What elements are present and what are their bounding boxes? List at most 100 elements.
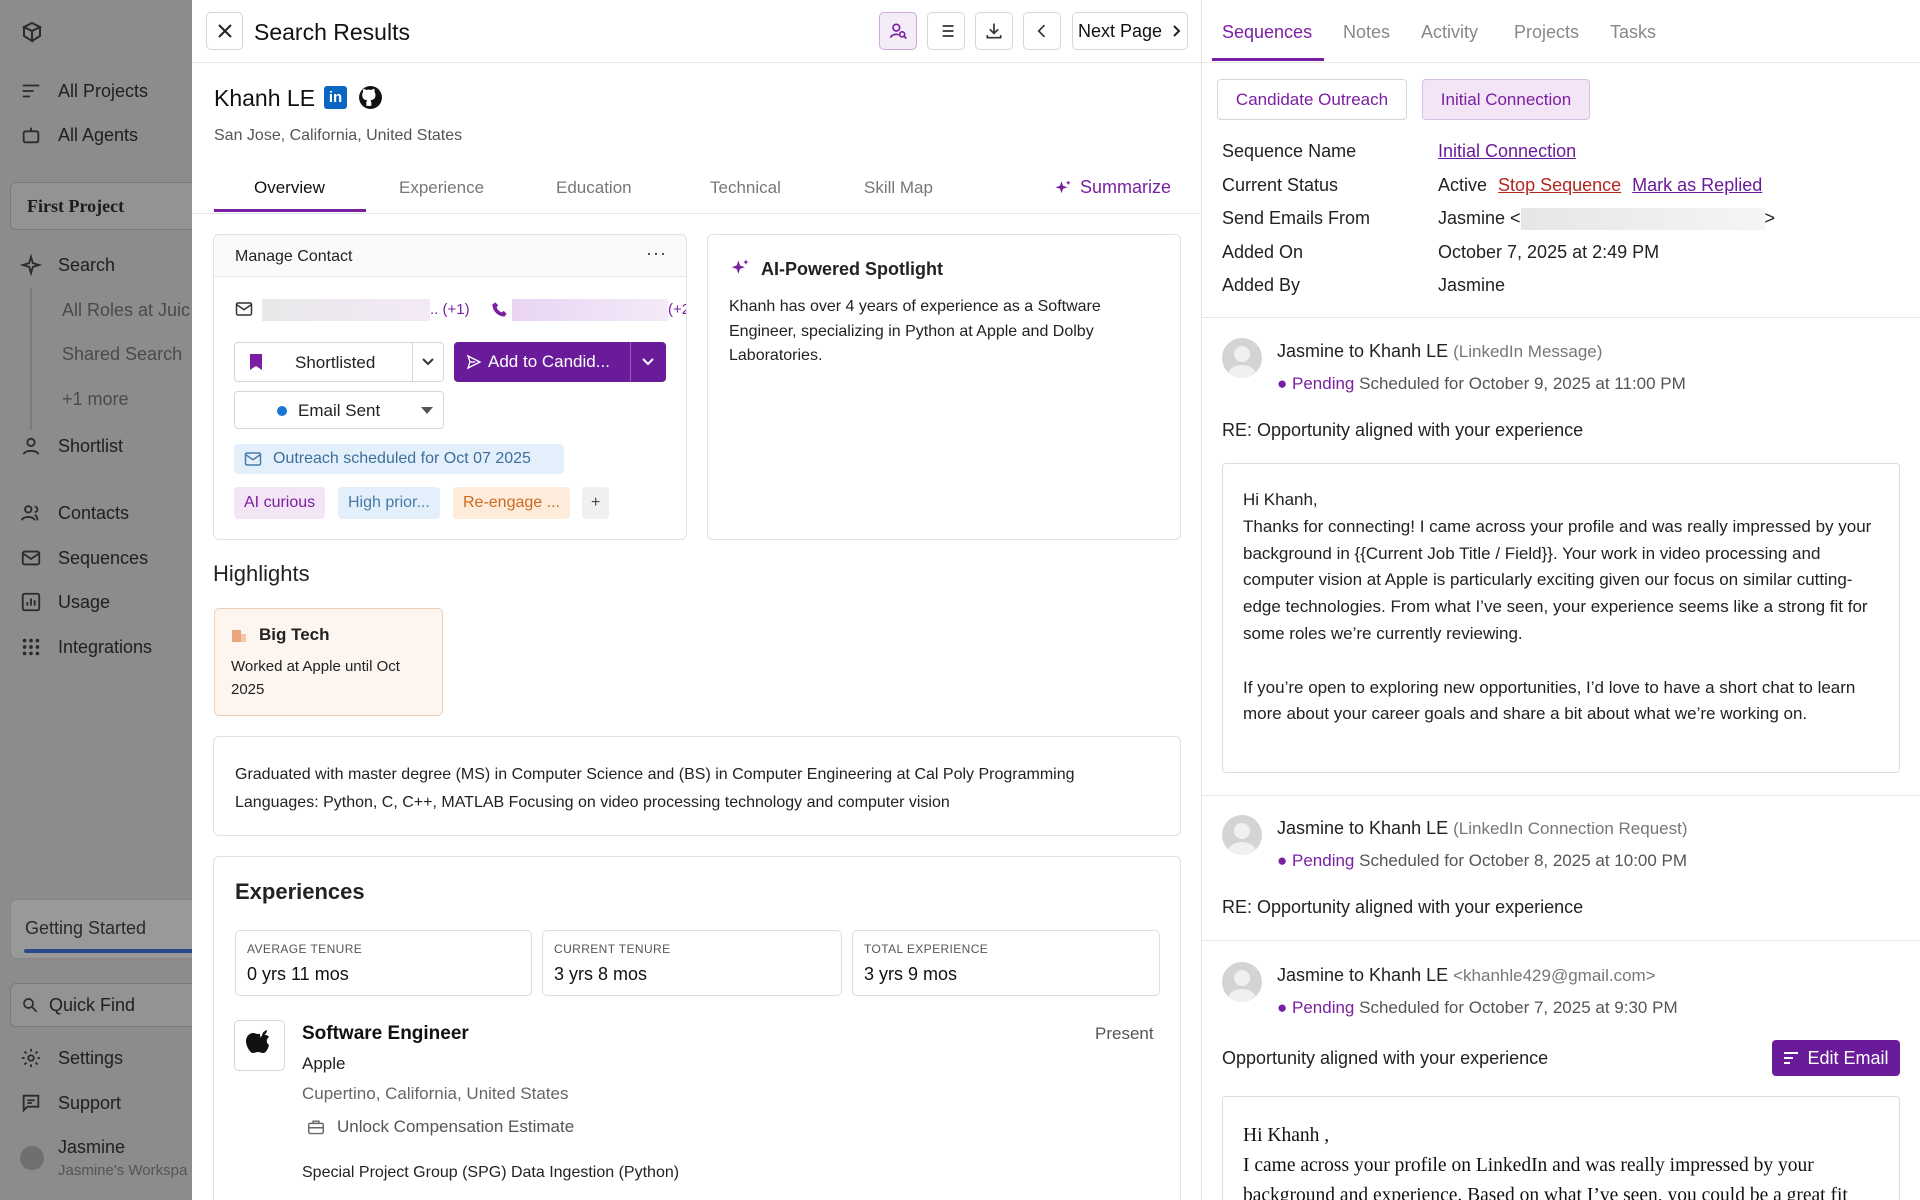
- sidebar-item-settings[interactable]: Settings: [20, 1047, 123, 1069]
- tab-experience[interactable]: Experience: [399, 178, 484, 198]
- send-icon: [466, 354, 482, 370]
- header-divider: [192, 62, 1201, 63]
- message-from: Jasmine to Khanh LE: [1277, 818, 1449, 838]
- quick-find-label: Quick Find: [49, 994, 136, 1015]
- add-tag-button[interactable]: +: [582, 487, 610, 519]
- next-page-button[interactable]: Next Page: [1072, 12, 1188, 50]
- message-body-box: Hi Khanh, Thanks for connecting! I came …: [1222, 463, 1900, 773]
- summarize-button[interactable]: Summarize: [1054, 177, 1171, 198]
- tab-education[interactable]: Education: [556, 178, 632, 198]
- highlight-card-big-tech: Big Tech Worked at Apple until Oct 2025: [214, 608, 443, 716]
- sidebar: All Projects All Agents First Project Se…: [0, 0, 192, 1200]
- message-subject: Opportunity aligned with your experience: [1222, 1048, 1549, 1068]
- avatar: [1222, 815, 1262, 855]
- email-redacted[interactable]: [262, 299, 430, 321]
- sidebar-item-all-projects[interactable]: All Projects: [20, 80, 148, 102]
- tag-re-engage[interactable]: Re-engage ...: [453, 487, 570, 519]
- email-status-select[interactable]: Email Sent: [234, 391, 444, 429]
- github-icon[interactable]: [358, 85, 383, 110]
- job-location: Cupertino, California, United States: [302, 1084, 569, 1103]
- sidebar-item-all-agents[interactable]: All Agents: [20, 124, 138, 146]
- project-selector[interactable]: First Project: [10, 182, 192, 230]
- app-logo-icon[interactable]: [20, 20, 44, 44]
- sidebar-item-search[interactable]: Search: [20, 254, 115, 276]
- ai-spotlight-card: AI-Powered Spotlight Khanh has over 4 ye…: [707, 234, 1181, 540]
- add-to-candidates-button[interactable]: Add to Candid...: [454, 342, 666, 382]
- gear-icon: [21, 1048, 41, 1068]
- mark-as-replied-link[interactable]: Mark as Replied: [1632, 175, 1762, 195]
- sparkle-icon: [731, 259, 749, 274]
- tag-ai-curious[interactable]: AI curious: [234, 487, 326, 519]
- message-schedule: ● Pending Scheduled for October 8, 2025 …: [1277, 851, 1688, 870]
- tab-sequences[interactable]: Sequences: [1222, 22, 1312, 43]
- quick-find-input[interactable]: Quick Find: [10, 983, 192, 1027]
- search-icon: [23, 998, 38, 1013]
- sidebar-subitem-shared-search[interactable]: Shared Search: [62, 344, 182, 365]
- tab-notes[interactable]: Notes: [1343, 22, 1390, 43]
- sidebar-subitem-more[interactable]: +1 more: [62, 389, 129, 410]
- edit-lines-icon: [1784, 1052, 1799, 1064]
- list-icon: [938, 25, 954, 37]
- person-search-button[interactable]: [879, 12, 917, 50]
- more-options-icon[interactable]: ···: [646, 243, 667, 264]
- spotlight-text: Khanh has over 4 years of experience as …: [729, 298, 1101, 364]
- unlock-compensation-button[interactable]: Unlock Compensation Estimate: [307, 1117, 574, 1137]
- list-icon: [22, 84, 40, 98]
- sidebar-item-shortlist[interactable]: Shortlist: [20, 435, 123, 457]
- edit-email-button[interactable]: Edit Email: [1772, 1040, 1900, 1076]
- sidebar-item-integrations[interactable]: Integrations: [20, 636, 152, 658]
- message-header: Jasmine to Khanh LE <khanhle429@gmail.co…: [1277, 965, 1656, 986]
- sequence-button-candidate-outreach[interactable]: Candidate Outreach: [1217, 79, 1407, 120]
- sequence-button-initial-connection[interactable]: Initial Connection: [1422, 79, 1590, 120]
- tabs-divider: [192, 213, 1201, 214]
- page-title: Search Results: [254, 19, 410, 45]
- phone-redacted[interactable]: [512, 299, 668, 321]
- sidebar-subitem-roles[interactable]: All Roles at Juic: [62, 300, 190, 321]
- sidebar-item-support[interactable]: Support: [20, 1092, 121, 1114]
- tab-activity[interactable]: Activity: [1421, 22, 1478, 43]
- chevron-down-icon[interactable]: [641, 357, 655, 367]
- summary-card: Graduated with master degree (MS) in Com…: [213, 736, 1181, 836]
- linkedin-icon[interactable]: in: [324, 86, 347, 109]
- sidebar-item-sequences[interactable]: Sequences: [20, 547, 148, 569]
- sidebar-item-usage[interactable]: Usage: [20, 591, 110, 613]
- sidebar-item-label: Sequences: [58, 547, 149, 568]
- list-view-button[interactable]: [927, 12, 965, 50]
- message-header: Jasmine to Khanh LE (LinkedIn Connection…: [1277, 818, 1688, 839]
- sequence-name-link[interactable]: Initial Connection: [1438, 141, 1576, 162]
- added-by-value: Jasmine: [1438, 275, 1506, 295]
- shortlist-status-select[interactable]: Shortlisted: [234, 342, 444, 382]
- sidebar-item-label: Support: [58, 1092, 122, 1113]
- message-channel: (LinkedIn Connection Request): [1453, 819, 1688, 838]
- sidebar-item-label: Usage: [58, 591, 111, 612]
- previous-page-button[interactable]: [1023, 12, 1061, 50]
- message-divider: [1202, 795, 1920, 796]
- getting-started-card[interactable]: Getting Started: [10, 899, 192, 959]
- tab-projects[interactable]: Projects: [1514, 22, 1579, 43]
- phone-extra[interactable]: (+2: [668, 301, 686, 318]
- avatar[interactable]: [20, 1146, 44, 1170]
- tab-overview[interactable]: Overview: [254, 178, 325, 198]
- mail-icon: [244, 452, 262, 466]
- sidebar-item-label: Integrations: [58, 636, 153, 657]
- tab-skill-map[interactable]: Skill Map: [864, 178, 933, 198]
- caret-down-icon: [421, 407, 433, 414]
- tab-technical[interactable]: Technical: [710, 178, 781, 198]
- tab-tasks[interactable]: Tasks: [1610, 22, 1656, 43]
- email-extra[interactable]: .. (+1): [430, 301, 470, 318]
- candidate-name: Khanh LE: [214, 85, 316, 111]
- message-divider: [1202, 940, 1920, 941]
- shortlist-status-label: Shortlisted: [295, 353, 376, 372]
- job-project: Special Project Group (SPG) Data Ingesti…: [302, 1164, 680, 1181]
- apple-logo: [234, 1020, 285, 1071]
- stop-sequence-link[interactable]: Stop Sequence: [1498, 175, 1621, 195]
- message-subject: RE: Opportunity aligned with your experi…: [1222, 897, 1584, 917]
- tag-high-priority[interactable]: High prior...: [338, 487, 440, 519]
- robot-icon: [22, 127, 40, 144]
- sidebar-item-contacts[interactable]: Contacts: [20, 502, 129, 524]
- download-button[interactable]: [975, 12, 1013, 50]
- close-button[interactable]: [206, 12, 243, 50]
- bar-chart-icon: [21, 592, 41, 612]
- stat-label: AVERAGE TENURE: [247, 942, 363, 956]
- unlock-compensation-label: Unlock Compensation Estimate: [337, 1117, 575, 1136]
